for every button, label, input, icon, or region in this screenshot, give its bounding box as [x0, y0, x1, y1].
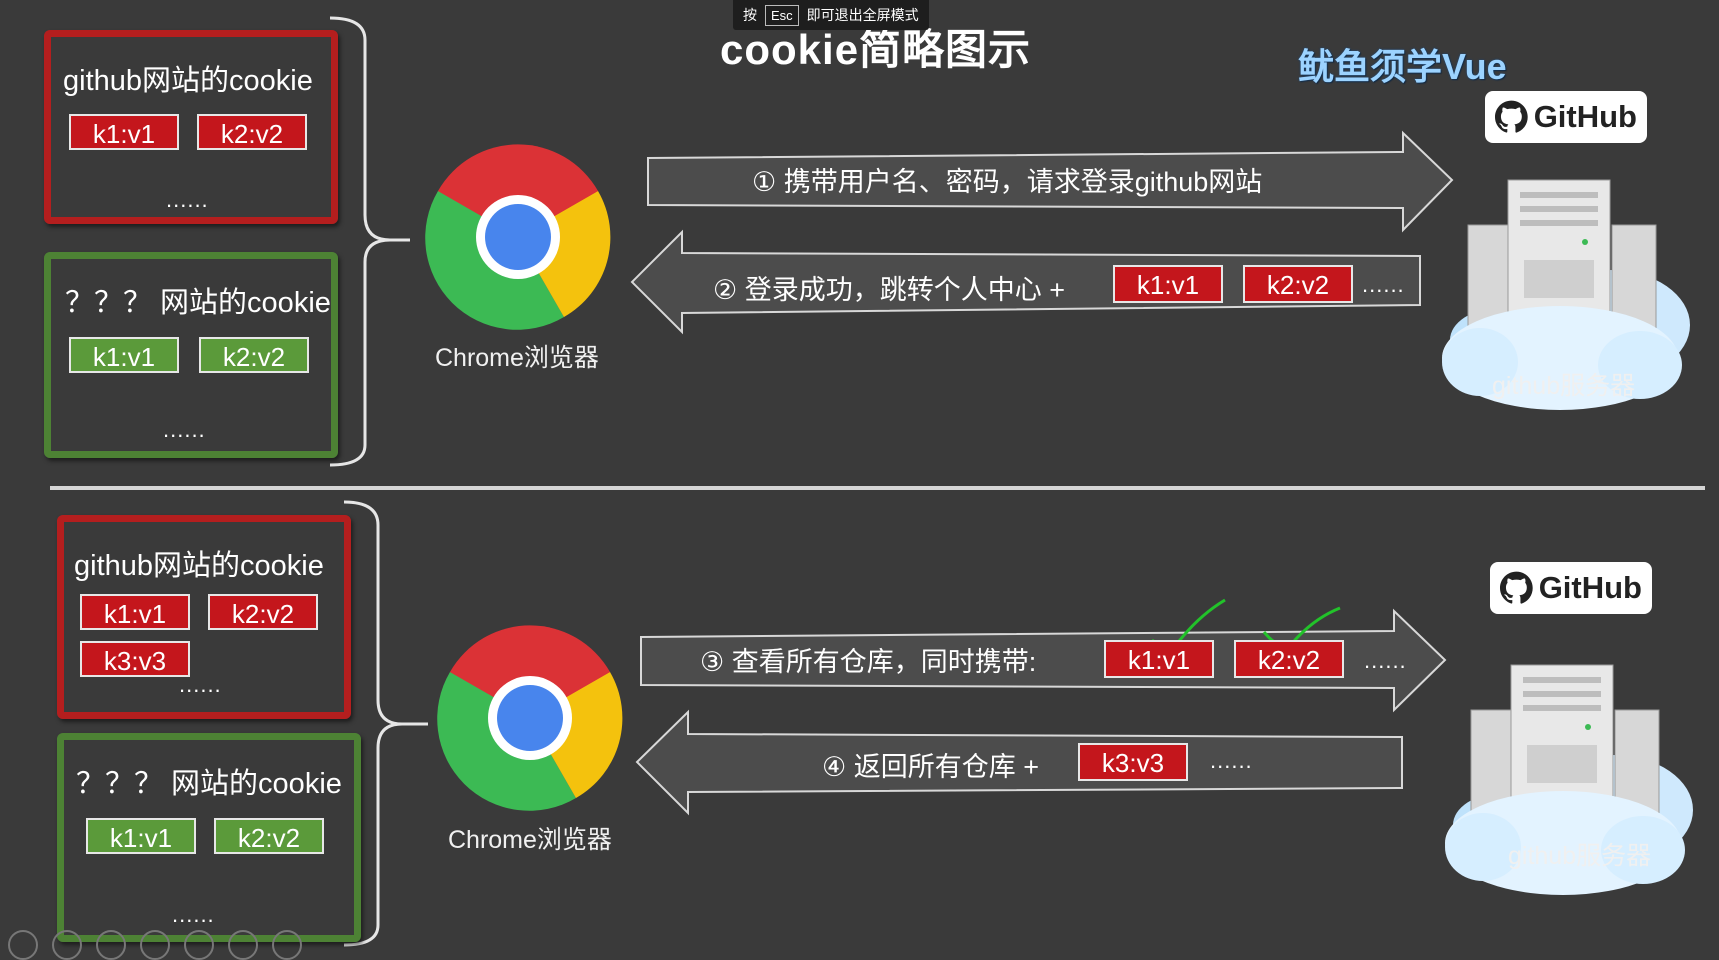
browser-label-bottom: Chrome浏览器: [448, 826, 612, 854]
top-other-cookie-box: ？？？ 网站的cookie k1:v1 k2:v2 ......: [44, 252, 338, 458]
cookie-chip: k1:v1: [80, 594, 190, 630]
cookie-chip: k2:v2: [197, 114, 307, 150]
arrow-1-text: ① 携带用户名、密码，请求登录github网站: [752, 167, 1263, 197]
ellipsis: ......: [1364, 648, 1407, 673]
ellipsis: ......: [1210, 748, 1253, 773]
top-github-cookie-box: github网站的cookie k1:v1 k2:v2 ......: [44, 30, 338, 224]
github-octocat-icon: [1495, 100, 1528, 133]
github-logo-top: GitHub: [1485, 91, 1647, 143]
pen-tool-button[interactable]: [96, 930, 126, 960]
chrome-icon-bottom: [437, 625, 623, 811]
cookie-chip: k2:v2: [1234, 640, 1344, 678]
ellipsis: ......: [1362, 272, 1405, 297]
ellipsis: ......: [163, 417, 206, 442]
prev-slide-button[interactable]: [8, 930, 38, 960]
bottom-github-cookie-title: github网站的cookie: [74, 550, 324, 582]
cookie-chip: k1:v1: [69, 114, 179, 150]
cookie-chip: k1:v1: [86, 818, 196, 854]
github-logo-text: GitHub: [1538, 570, 1642, 605]
cookie-chip: k1:v1: [1113, 265, 1223, 303]
server-label-top: github服务器: [1492, 372, 1636, 400]
cookie-chip: k2:v2: [1243, 265, 1353, 303]
top-github-cookie-title: github网站的cookie: [63, 65, 313, 97]
more-options-button[interactable]: [272, 930, 302, 960]
cookie-chip: k1:v1: [1104, 640, 1214, 678]
top-other-cookie-title: ？？？ 网站的cookie: [65, 287, 331, 319]
github-logo-text: GitHub: [1533, 99, 1637, 134]
section-divider: [50, 486, 1705, 490]
zoom-button[interactable]: [184, 930, 214, 960]
presentation-toolbar: [8, 930, 302, 960]
slides-view-button[interactable]: [140, 930, 170, 960]
subtitles-button[interactable]: [228, 930, 258, 960]
browser-label-top: Chrome浏览器: [435, 344, 599, 372]
cookie-chip: k1:v1: [69, 337, 179, 373]
ellipsis: ......: [166, 187, 209, 212]
arrow-2-text: ② 登录成功，跳转个人中心 +: [713, 275, 1065, 305]
ellipsis: ......: [179, 672, 222, 697]
cookie-chip: k3:v3: [80, 641, 190, 677]
ellipsis: ......: [172, 902, 215, 927]
bottom-github-cookie-box: github网站的cookie k1:v1 k2:v2 k3:v3 ......: [57, 515, 351, 719]
bottom-other-cookie-box: ？？？ 网站的cookie k1:v1 k2:v2 ......: [57, 733, 361, 942]
cookie-chip: k2:v2: [214, 818, 324, 854]
arrow-3-text: ③ 查看所有仓库，同时携带:: [700, 647, 1037, 677]
next-slide-button[interactable]: [52, 930, 82, 960]
server-label-bottom: github服务器: [1508, 842, 1652, 870]
cookie-chip: k2:v2: [208, 594, 318, 630]
arrow-4-text: ④ 返回所有仓库 +: [822, 752, 1039, 782]
top-brace: [329, 16, 391, 467]
github-logo-bottom: GitHub: [1490, 562, 1652, 614]
bottom-other-cookie-title: ？？？ 网站的cookie: [76, 768, 342, 800]
cookie-chip: k2:v2: [199, 337, 309, 373]
chrome-icon-top: [425, 144, 611, 330]
github-octocat-icon: [1500, 571, 1533, 604]
cookie-chip: k3:v3: [1078, 743, 1188, 781]
